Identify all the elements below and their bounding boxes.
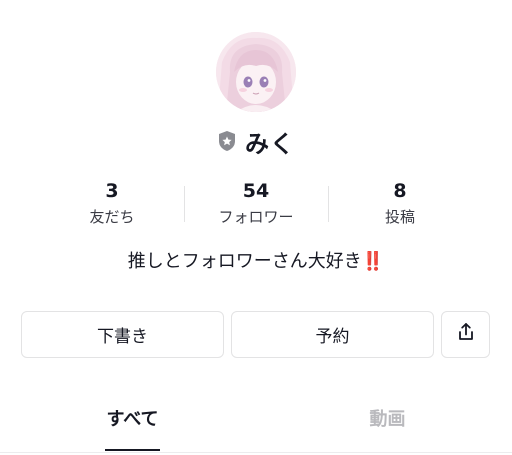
bio-emoji: ‼️ <box>361 251 385 272</box>
profile-name-row: みく <box>0 124 512 158</box>
stat-posts[interactable]: 8 投稿 <box>328 178 472 230</box>
share-icon <box>456 322 476 347</box>
profile-name: みく <box>245 129 295 158</box>
scheduled-button-label: 予約 <box>315 327 350 347</box>
stat-followers[interactable]: 54 フォロワー <box>184 178 328 230</box>
bio-text: 推しとフォロワーさん大好き <box>127 251 362 272</box>
stat-friends-count: 3 <box>105 180 119 202</box>
drafts-button-label: 下書き <box>97 327 148 347</box>
stat-friends-label: 友だち <box>89 208 135 226</box>
tab-all[interactable]: すべて <box>105 392 160 444</box>
share-button[interactable] <box>441 311 490 358</box>
stat-posts-label: 投稿 <box>384 208 415 226</box>
avatar-image <box>216 32 296 112</box>
stat-followers-label: フォロワー <box>218 208 294 226</box>
profile-stats: 3 友だち 54 フォロワー 8 投稿 <box>40 178 472 230</box>
stat-posts-count: 8 <box>393 180 407 202</box>
active-tab-indicator <box>105 449 160 451</box>
scheduled-button[interactable]: 予約 <box>231 311 434 358</box>
shield-badge-icon <box>217 130 237 152</box>
tabs-divider <box>0 452 512 453</box>
drafts-button[interactable]: 下書き <box>21 311 224 358</box>
profile-avatar[interactable] <box>216 32 296 112</box>
stat-followers-count: 54 <box>242 180 270 202</box>
tab-videos[interactable]: 動画 <box>360 392 415 444</box>
profile-bio: 推しとフォロワーさん大好き‼️ <box>0 248 512 276</box>
stat-friends[interactable]: 3 友だち <box>40 178 184 230</box>
content-tabs: すべて 動画 <box>0 392 512 453</box>
